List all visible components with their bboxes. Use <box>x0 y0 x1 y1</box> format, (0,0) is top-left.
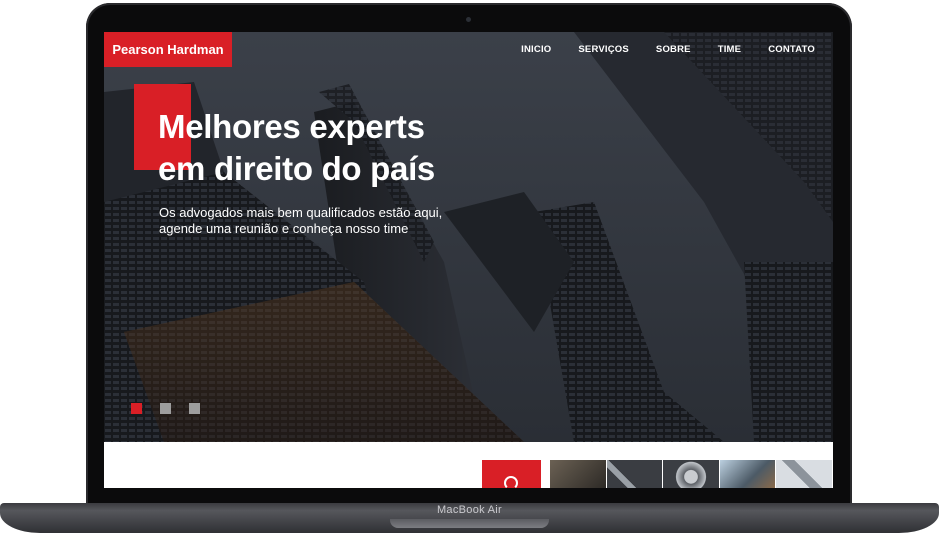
hero-section: Pearson Hardman INICIO SERVIÇOS SOBRE TI… <box>104 32 833 442</box>
slider-dot-3[interactable] <box>189 403 200 414</box>
device-label: MacBook Air <box>436 504 503 516</box>
thumbnail-1[interactable] <box>550 460 606 488</box>
hero-subtitle-line-1: Os advogados mais bem qualificados estão… <box>159 205 443 220</box>
nav-link-inicio[interactable]: INICIO <box>521 44 551 55</box>
thumbnail-2[interactable] <box>606 460 663 488</box>
thumbnail-3[interactable] <box>663 460 719 488</box>
hero-subtitle: Os advogados mais bem qualificados estão… <box>159 205 479 237</box>
nav-link-servicos[interactable]: SERVIÇOS <box>578 44 629 55</box>
slider-dot-1[interactable] <box>131 403 142 414</box>
red-feature-tile[interactable] <box>482 460 541 488</box>
thumbnail-4[interactable] <box>719 460 776 488</box>
laptop-screen: Pearson Hardman INICIO SERVIÇOS SOBRE TI… <box>104 32 833 488</box>
hero-headline-line-2: em direito do país <box>158 150 435 187</box>
skyline-background <box>104 32 833 442</box>
hero-headline: Melhores experts em direito do país <box>158 106 435 190</box>
content-section <box>104 442 833 488</box>
camera-dot-icon <box>466 17 471 22</box>
main-nav: INICIO SERVIÇOS SOBRE TIME CONTATO <box>494 44 815 55</box>
hero-subtitle-line-2: agende uma reunião e conheça nosso time <box>159 221 409 236</box>
thumbnail-5[interactable] <box>776 460 832 488</box>
slider-indicators <box>131 403 218 414</box>
nav-link-contato[interactable]: CONTATO <box>768 44 815 55</box>
hero-headline-line-1: Melhores experts <box>158 108 425 145</box>
circle-icon <box>504 476 518 488</box>
slider-dot-2[interactable] <box>160 403 171 414</box>
brand-logo[interactable]: Pearson Hardman <box>104 32 232 67</box>
laptop-hinge-notch <box>390 519 549 528</box>
nav-link-sobre[interactable]: SOBRE <box>656 44 691 55</box>
nav-link-time[interactable]: TIME <box>718 44 742 55</box>
team-thumbnails <box>550 460 833 488</box>
